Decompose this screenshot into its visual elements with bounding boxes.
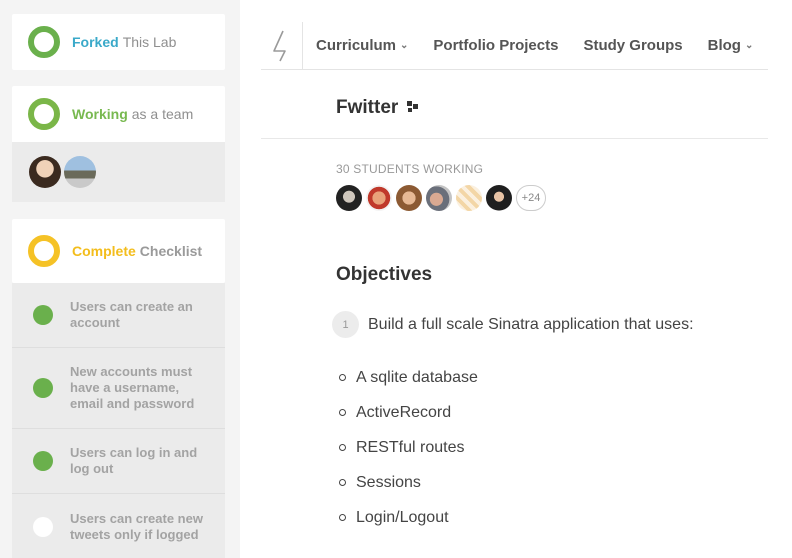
- forked-label-rest: This Lab: [122, 34, 177, 50]
- checklist-item-text: Users can create new tweets only if logg…: [70, 510, 203, 542]
- forked-label-strong: Forked: [72, 34, 119, 50]
- team-members: [12, 142, 225, 202]
- bullet-icon: [339, 479, 346, 486]
- forked-card[interactable]: Forked This Lab: [12, 14, 225, 70]
- checklist-item-text: New accounts must have a username, email…: [70, 364, 195, 411]
- avatar[interactable]: [396, 185, 422, 211]
- lab-header: Fwitter: [261, 84, 768, 139]
- github-icon[interactable]: [406, 97, 420, 119]
- bullet-icon: [339, 444, 346, 451]
- check-dot-icon: [33, 378, 53, 398]
- list-item-text: RESTful routes: [356, 438, 465, 456]
- student-avatars: +24: [336, 185, 546, 211]
- complete-label-strong: Complete: [72, 243, 136, 259]
- chevron-down-icon: ⌄: [400, 40, 409, 51]
- working-label-rest: as a team: [131, 106, 194, 122]
- lab-title: Fwitter: [336, 97, 420, 119]
- chevron-down-icon: ⌄: [744, 40, 754, 51]
- bullet-icon: [339, 514, 346, 521]
- checklist: Users can create an account New accounts…: [12, 283, 225, 558]
- avatar[interactable]: [336, 185, 362, 211]
- more-students-badge[interactable]: +24: [516, 185, 546, 211]
- logo-icon[interactable]: [261, 21, 303, 70]
- avatar[interactable]: [486, 185, 512, 211]
- bullet-icon: [339, 409, 346, 416]
- nav-study-groups-label: Study Groups: [583, 37, 683, 54]
- avatar[interactable]: [366, 185, 392, 211]
- checklist-item-text: Users can log in and log out: [70, 445, 198, 476]
- bullet-icon: [339, 374, 346, 381]
- avatar[interactable]: [29, 156, 61, 188]
- complete-card: Complete Checklist: [12, 219, 225, 283]
- nav-study-groups[interactable]: Study Groups: [583, 37, 682, 54]
- working-label-strong: Working: [72, 106, 128, 122]
- nav-curriculum-label: Curriculum: [316, 37, 397, 54]
- step-text: Build a full scale Sinatra application t…: [368, 315, 694, 333]
- avatar[interactable]: [456, 185, 482, 211]
- objective-step: 1 Build a full scale Sinatra application…: [332, 311, 694, 338]
- complete-label-rest: Checklist: [139, 243, 203, 259]
- step-number-badge: 1: [332, 311, 359, 338]
- list-item: ActiveRecord: [339, 395, 478, 430]
- sidebar: Forked This Lab Working as a team Comple…: [0, 0, 240, 558]
- lab-title-text: Fwitter: [336, 97, 399, 118]
- avatar[interactable]: [64, 156, 96, 188]
- objective-bullets: A sqlite database ActiveRecord RESTful r…: [339, 360, 478, 535]
- checklist-item[interactable]: Users can create new tweets only if logg…: [12, 494, 225, 558]
- check-dot-empty-icon: [33, 516, 53, 537]
- complete-status-icon: [28, 235, 60, 267]
- list-item: Login/Logout: [339, 500, 478, 535]
- avatar[interactable]: [426, 185, 452, 211]
- students-working-label: 30 STUDENTS WORKING: [336, 162, 484, 176]
- list-item-text: Sessions: [356, 473, 421, 491]
- nav-curriculum[interactable]: Curriculum ⌄: [316, 37, 408, 54]
- list-item: RESTful routes: [339, 430, 478, 465]
- checklist-item[interactable]: New accounts must have a username, email…: [12, 348, 225, 429]
- students-working: 30 STUDENTS WORKING +24: [336, 162, 546, 211]
- working-card: Working as a team: [12, 86, 225, 202]
- checklist-item-text: Users can create an account: [70, 299, 193, 330]
- list-item: A sqlite database: [339, 360, 478, 395]
- working-status-icon: [28, 98, 60, 130]
- nav-portfolio-projects[interactable]: Portfolio Projects: [433, 37, 558, 54]
- checklist-item[interactable]: Users can log in and log out: [12, 429, 225, 494]
- nav-portfolio-label: Portfolio Projects: [433, 37, 559, 54]
- nav-blog[interactable]: Blog ⌄: [708, 37, 754, 54]
- forked-status-icon: [28, 26, 60, 58]
- nav-blog-label: Blog: [707, 37, 741, 54]
- check-dot-icon: [33, 305, 53, 325]
- objectives-heading: Objectives: [336, 264, 433, 285]
- list-item-text: A sqlite database: [356, 368, 478, 386]
- list-item: Sessions: [339, 465, 478, 500]
- checklist-item[interactable]: Users can create an account: [12, 283, 225, 348]
- top-nav: Curriculum ⌄ Portfolio Projects Study Gr…: [261, 21, 768, 70]
- list-item-text: Login/Logout: [356, 508, 449, 526]
- list-item-text: ActiveRecord: [356, 403, 452, 421]
- check-dot-icon: [33, 451, 53, 471]
